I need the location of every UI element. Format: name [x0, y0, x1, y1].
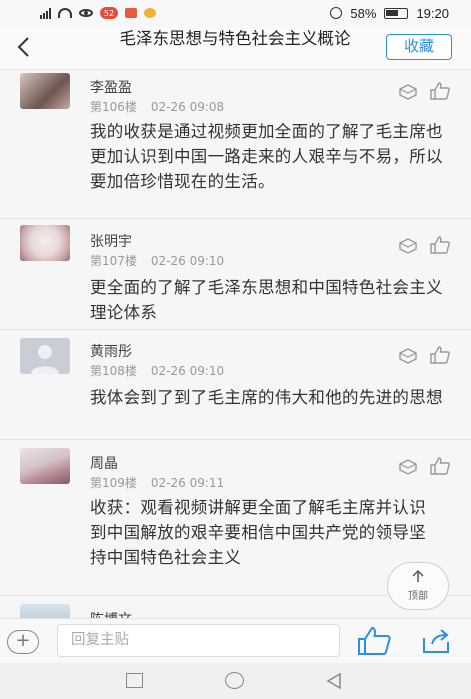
reply-icon[interactable] [398, 458, 418, 476]
notification-badge: 52 [100, 7, 118, 19]
reply-bar: + 回复主贴 [0, 618, 471, 662]
author-name[interactable]: 周晶 [90, 453, 118, 473]
author-name[interactable]: 陈博文 [90, 609, 132, 618]
reply-item: 黄雨彤 第108楼 02-26 09:10 我体会到了到了毛主席的伟大和他的先进的… [0, 330, 471, 440]
post-content: 我的收获是通过视频更加全面的了解了毛主席也更加认识到中国一路走来的人艰辛与不易，… [90, 122, 443, 191]
like-icon[interactable] [430, 346, 450, 364]
reply-icon[interactable] [398, 347, 418, 365]
floor-number: 第107楼 [90, 254, 137, 268]
post-time: 02-26 09:08 [150, 100, 225, 114]
reply-input[interactable]: 回复主贴 [57, 624, 340, 657]
battery-icon [384, 7, 409, 19]
post-meta: 第107楼 02-26 09:10 [90, 252, 224, 269]
wifi-icon [58, 8, 72, 18]
post-content: 收获：观看视频讲解更全面了解毛主席并认识到中国解放的艰辛要相信中国共产党的领导坚… [90, 498, 426, 567]
app-notification-icon [125, 8, 137, 18]
add-button[interactable]: + [7, 630, 39, 654]
app-header: 毛泽东思想与特色社会主义概论 收藏 [0, 26, 471, 70]
home-icon[interactable] [225, 672, 244, 689]
avatar[interactable] [20, 338, 70, 374]
page-title: 毛泽东思想与特色社会主义概论 [119, 29, 351, 48]
post-meta: 第108楼 02-26 09:10 [90, 362, 224, 379]
post-meta: 第109楼 02-26 09:11 [90, 474, 224, 491]
post-meta: 第106楼 02-26 09:08 [90, 98, 224, 115]
reply-item: 李盈盈 第106楼 02-26 09:08 我的收获是通过视频更加全面的了解了毛主… [0, 71, 471, 219]
avatar[interactable] [20, 73, 70, 109]
like-thread-icon[interactable] [357, 626, 391, 656]
app-notification-icon-2 [144, 8, 156, 18]
post-time: 02-26 09:10 [150, 254, 225, 268]
share-icon[interactable] [420, 628, 452, 654]
status-bar: 52 58% 19:20 [0, 0, 471, 26]
alarm-icon [330, 7, 343, 19]
recent-apps-icon[interactable] [126, 673, 143, 688]
eye-icon [79, 9, 93, 17]
reply-icon[interactable] [398, 237, 418, 255]
reply-item: 张明宇 第107楼 02-26 09:10 更全面的了解了毛泽东思想和中国特色社会… [0, 219, 471, 330]
status-right: 58% 19:20 [330, 6, 449, 21]
post-content: 更全面的了解了毛泽东思想和中国特色社会主义理论体系 [90, 278, 443, 322]
signal-icon [40, 7, 51, 19]
like-icon[interactable] [430, 457, 450, 475]
scroll-top-label: 顶部 [408, 591, 428, 602]
like-icon[interactable] [430, 236, 450, 254]
floor-number: 第109楼 [90, 476, 137, 490]
post-content: 我体会到了到了毛主席的伟大和他的先进的思想 [90, 388, 443, 407]
post-time: 02-26 09:11 [150, 476, 225, 490]
avatar[interactable] [20, 225, 70, 261]
system-nav-bar [0, 663, 471, 699]
author-name[interactable]: 张明宇 [90, 231, 132, 251]
post-time: 02-26 09:10 [150, 364, 225, 378]
battery-percent: 58% [350, 5, 377, 21]
scroll-top-button[interactable]: 顶部 [387, 562, 449, 610]
arrow-up-icon [388, 569, 448, 587]
author-name[interactable]: 黄雨彤 [90, 341, 132, 361]
status-left: 52 [40, 7, 156, 19]
back-icon[interactable] [14, 34, 38, 62]
floor-number: 第108楼 [90, 364, 137, 378]
reply-icon[interactable] [398, 83, 418, 101]
back-nav-icon[interactable] [324, 671, 344, 691]
default-avatar-icon [31, 345, 59, 374]
collect-button[interactable]: 收藏 [386, 34, 452, 60]
author-name[interactable]: 李盈盈 [90, 77, 132, 97]
avatar[interactable] [20, 604, 70, 618]
clock: 19:20 [416, 5, 449, 21]
like-icon[interactable] [430, 82, 450, 100]
floor-number: 第106楼 [90, 100, 137, 114]
avatar[interactable] [20, 448, 70, 484]
reply-list[interactable]: 李盈盈 第106楼 02-26 09:08 我的收获是通过视频更加全面的了解了毛主… [0, 71, 471, 618]
